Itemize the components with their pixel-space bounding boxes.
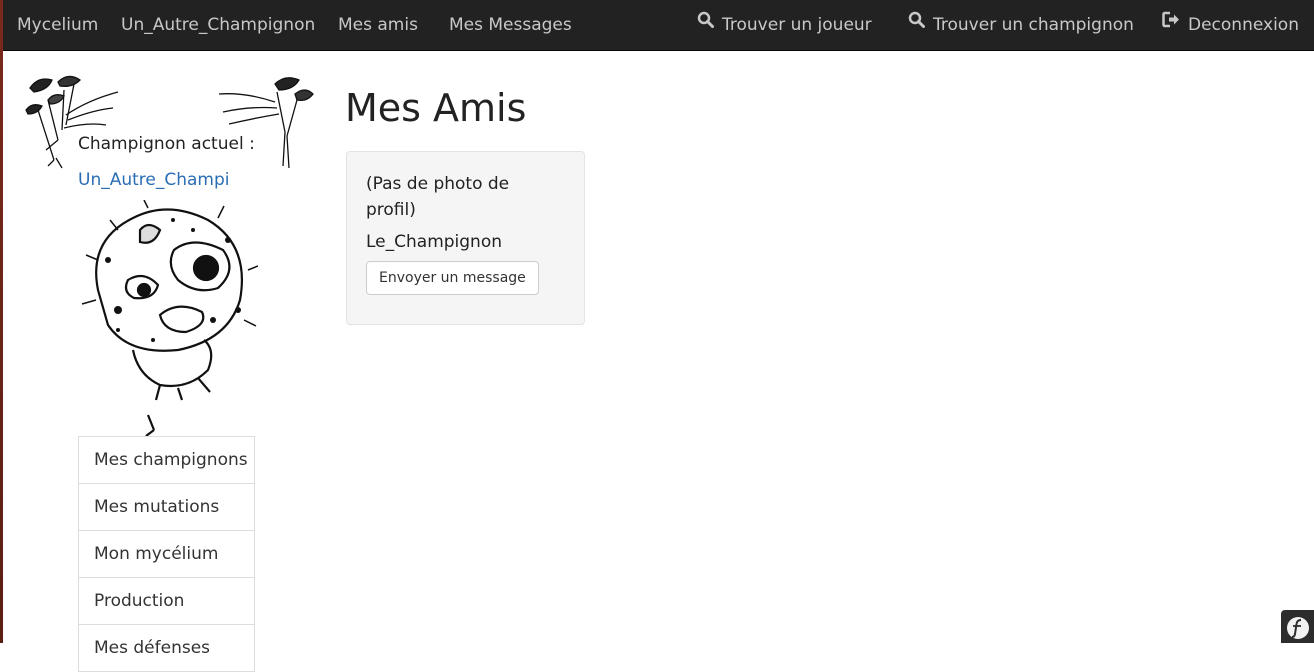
search-icon: [908, 0, 925, 49]
sidebar-item-my-mutations[interactable]: Mes mutations: [79, 484, 254, 531]
nav-logout[interactable]: Deconnexion: [1162, 0, 1299, 51]
search-icon: [697, 0, 714, 49]
nav-find-mushroom-label: Trouver un champignon: [933, 15, 1134, 35]
send-message-button[interactable]: Envoyer un message: [366, 261, 539, 295]
symfony-toolbar-toggle[interactable]: [1281, 610, 1314, 643]
mushroom-decoration-left: [25, 75, 119, 169]
sidebar-menu: Mes champignons Mes mutations Mon mycéli…: [78, 436, 255, 672]
window-left-edge: [0, 0, 3, 643]
symfony-icon: [1287, 617, 1309, 639]
current-mushroom-label: Champignon actuel :: [78, 134, 255, 154]
nav-find-player[interactable]: Trouver un joueur: [697, 0, 872, 51]
top-navbar: Mycelium Un_Autre_Champignon Mes amis Me…: [3, 0, 1314, 51]
sidebar-item-production[interactable]: Production: [79, 578, 254, 625]
nav-my-messages[interactable]: Mes Messages: [449, 0, 572, 51]
nav-my-friends[interactable]: Mes amis: [338, 0, 418, 51]
sidebar-item-my-mushrooms[interactable]: Mes champignons: [79, 437, 254, 484]
nav-brand[interactable]: Mycelium: [17, 0, 98, 51]
sidebar-item-my-defenses[interactable]: Mes défenses: [79, 625, 254, 672]
current-mushroom-link[interactable]: Un_Autre_Champi: [78, 170, 230, 190]
page-title: Mes Amis: [345, 86, 527, 130]
nav-find-mushroom[interactable]: Trouver un champignon: [908, 0, 1134, 51]
nav-logout-label: Deconnexion: [1188, 15, 1299, 35]
friend-name: Le_Champignon: [366, 232, 503, 252]
mushroom-decoration-right: [218, 77, 314, 169]
nav-current-mushroom[interactable]: Un_Autre_Champignon: [121, 0, 315, 51]
no-profile-photo-placeholder: (Pas de photo de profil): [366, 174, 510, 220]
sign-out-icon: [1162, 0, 1180, 49]
nav-find-player-label: Trouver un joueur: [722, 15, 872, 35]
mushroom-avatar-image: [81, 200, 258, 436]
friend-card: (Pas de photo de profil) Le_Champignon E…: [346, 151, 585, 325]
sidebar-item-my-mycelium[interactable]: Mon mycélium: [79, 531, 254, 578]
